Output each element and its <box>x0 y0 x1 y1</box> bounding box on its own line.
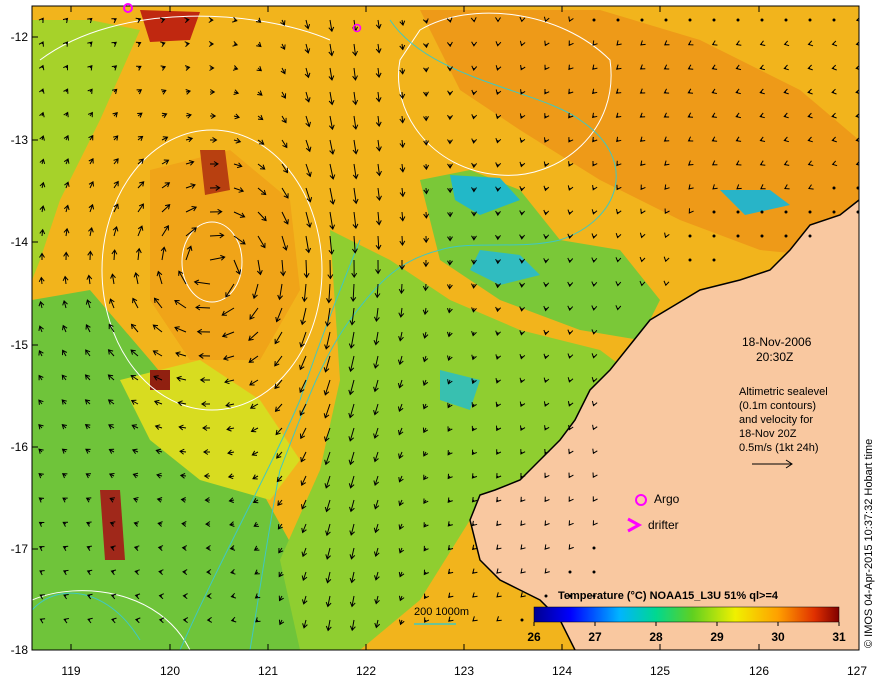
velocity-point <box>760 18 764 22</box>
velocity-point <box>736 234 740 238</box>
sst-region-red-1 <box>140 10 200 42</box>
velocity-point <box>688 234 692 238</box>
velocity-point <box>688 18 692 22</box>
altimetry-info: Altimetric sealevel (0.1m contours) and … <box>739 386 828 454</box>
colorbar-tick-label: 30 <box>771 630 785 644</box>
colorbar-tick-label: 31 <box>832 630 846 644</box>
sst-region-red-4 <box>150 370 170 390</box>
colorbar-tick-label: 27 <box>588 630 602 644</box>
velocity-point <box>712 258 716 262</box>
map-date: 18-Nov-2006 <box>742 335 812 349</box>
lat-label: -18 <box>10 643 28 657</box>
velocity-point <box>688 258 692 262</box>
lat-label: -12 <box>10 30 28 44</box>
lon-label: 121 <box>257 664 279 678</box>
velocity-point <box>592 546 596 550</box>
velocity-point <box>808 210 812 214</box>
lon-label: 119 <box>61 664 81 678</box>
velocity-point <box>760 234 764 238</box>
velocity-point <box>832 210 836 214</box>
velocity-point <box>640 18 644 22</box>
lon-label: 120 <box>159 664 181 678</box>
colorbar-tick-label: 29 <box>710 630 724 644</box>
colorbar-title: Temperature (°C) NOAA15_L3U 51% ql>=4 <box>558 590 778 602</box>
velocity-point <box>592 570 596 574</box>
argo-legend-label: Argo <box>654 492 680 506</box>
velocity-point <box>736 18 740 22</box>
lon-label: 122 <box>355 664 377 678</box>
velocity-point <box>664 18 668 22</box>
velocity-point <box>520 618 524 622</box>
velocity-point <box>808 234 812 238</box>
colorbar <box>533 606 840 623</box>
copyright-timestamp: © IMOS 04-Apr-2015 10:37:32 Hobart time <box>863 438 875 648</box>
lat-label: -13 <box>10 133 28 147</box>
colorbar-tick-label: 28 <box>649 630 663 644</box>
velocity-point <box>592 18 596 22</box>
velocity-point <box>784 210 788 214</box>
map-time: 20:30Z <box>756 350 794 364</box>
velocity-point <box>784 234 788 238</box>
lat-label: -17 <box>10 542 28 556</box>
colorbar-tick-label: 26 <box>527 630 541 644</box>
velocity-point <box>712 210 716 214</box>
velocity-point <box>760 210 764 214</box>
drifter-legend-label: drifter <box>648 518 679 532</box>
velocity-point <box>832 18 836 22</box>
lon-label: 124 <box>551 664 573 678</box>
velocity-point <box>712 234 716 238</box>
velocity-point <box>808 18 812 22</box>
velocity-point <box>712 18 716 22</box>
velocity-point <box>736 210 740 214</box>
lat-label: -16 <box>10 440 28 454</box>
lon-label: 126 <box>748 664 770 678</box>
velocity-point <box>568 570 572 574</box>
isobath-legend-label: 200 1000m <box>414 606 470 618</box>
velocity-point <box>832 186 836 190</box>
velocity-point <box>616 18 620 22</box>
lat-label: -14 <box>10 235 28 249</box>
lon-label: 125 <box>649 664 671 678</box>
lon-label: 123 <box>453 664 475 678</box>
velocity-point <box>784 18 788 22</box>
lon-label: 127 <box>846 664 868 678</box>
velocity-point <box>544 594 548 598</box>
lat-label: -15 <box>10 338 28 352</box>
